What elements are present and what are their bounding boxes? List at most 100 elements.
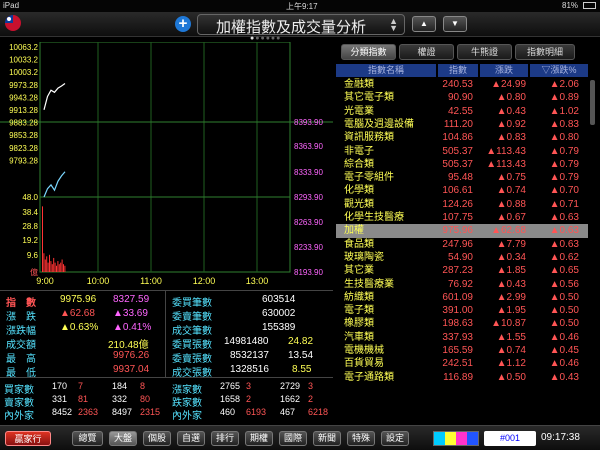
table-row[interactable]: 電子類 391.00 ▲1.95 ▲0.50 bbox=[336, 304, 588, 317]
in-out-label: 內外家 bbox=[4, 411, 34, 422]
row-name: 光電業 bbox=[344, 105, 374, 117]
volume-bar bbox=[58, 264, 60, 272]
toolbar-button-3[interactable]: 自選 bbox=[177, 431, 205, 446]
sell-order-value: 630002 bbox=[262, 308, 296, 319]
row-change-pct: ▲1.02 bbox=[549, 105, 579, 117]
buy-order-label: 委買筆數 bbox=[172, 298, 212, 309]
count-cell: 184 bbox=[112, 381, 128, 391]
time-tick: 11:00 bbox=[140, 276, 162, 286]
deal-label: 成交筆數 bbox=[172, 326, 212, 337]
stock-code-input[interactable]: #001 bbox=[484, 431, 536, 446]
row-change: ▲1.12 bbox=[496, 358, 526, 370]
table-row[interactable]: 紡織類 601.09 ▲2.99 ▲0.50 bbox=[336, 291, 588, 304]
row-index: 247.96 bbox=[442, 238, 473, 250]
row-index: 601.09 bbox=[442, 291, 473, 303]
table-scrollbar[interactable] bbox=[590, 80, 595, 125]
table-row[interactable]: 化學生技醫療 107.75 ▲0.67 ▲0.63 bbox=[336, 211, 588, 224]
volume-bar bbox=[57, 261, 59, 272]
table-row[interactable]: 綜合類 505.37 ▲113.43 ▲0.79 bbox=[336, 158, 588, 171]
status-time: 上午9:17 bbox=[286, 2, 318, 11]
left-tick: 10063.2 bbox=[9, 43, 38, 52]
table-row[interactable]: 金融類 240.53 ▲24.99 ▲2.06 bbox=[336, 78, 588, 91]
row-change: ▲0.67 bbox=[496, 212, 526, 223]
row-change: ▲0.92 bbox=[496, 118, 526, 130]
up-down-arrows-icon: ▲ ▼ bbox=[389, 16, 398, 33]
toolbar-button-9[interactable]: 設定 bbox=[381, 431, 409, 446]
table-row[interactable]: 電子零組件 95.48 ▲0.75 ▲0.79 bbox=[336, 171, 588, 184]
tab-category-index[interactable]: 分類指數 bbox=[341, 44, 396, 60]
title-selector[interactable]: 加權指數及成交量分析 ▲ ▼ bbox=[197, 14, 405, 36]
table-row[interactable]: 其它電子類 90.90 ▲0.80 ▲0.89 bbox=[336, 91, 588, 104]
tab-warrant[interactable]: 權證 bbox=[399, 44, 454, 60]
left-tick: 9973.28 bbox=[9, 81, 38, 90]
toolbar-button-8[interactable]: 特殊 bbox=[347, 431, 375, 446]
row-change: ▲0.34 bbox=[496, 251, 526, 263]
row-change: ▲0.88 bbox=[496, 198, 526, 210]
count-cell: 2 bbox=[308, 394, 314, 404]
left-tick: 9943.28 bbox=[9, 93, 38, 102]
toolbar-button-0[interactable]: 總覽 bbox=[72, 431, 103, 446]
col-change-pct[interactable]: ▽漲跌% bbox=[530, 64, 588, 77]
toolbar-button-2[interactable]: 個股 bbox=[143, 431, 171, 446]
table-row[interactable]: 橡膠類 198.63 ▲10.87 ▲0.50 bbox=[336, 317, 588, 330]
deal-qty-value: 1328516 bbox=[230, 364, 269, 375]
index-value: 9975.96 bbox=[60, 294, 97, 305]
table-row[interactable]: 玻璃陶瓷 54.90 ▲0.34 ▲0.62 bbox=[336, 251, 588, 264]
count-cell: 81 bbox=[78, 394, 89, 404]
row-name: 生技醫療業 bbox=[344, 278, 394, 290]
row-index: 198.63 bbox=[442, 318, 473, 330]
count-cell: 3 bbox=[308, 381, 314, 391]
toolbar-button-4[interactable]: 排行 bbox=[211, 431, 239, 446]
next-button[interactable]: ▼ bbox=[443, 16, 467, 32]
table-row[interactable]: 加權 975.96 ▲62.68 ▲0.63 bbox=[336, 224, 588, 238]
table-row[interactable]: 電機機械 165.59 ▲0.74 ▲0.45 bbox=[336, 344, 588, 357]
col-index[interactable]: 指數 bbox=[438, 64, 478, 77]
right-tick: 8233.90 bbox=[294, 243, 323, 252]
toolbar-button-1[interactable]: 大盤 bbox=[109, 431, 137, 446]
table-row[interactable]: 食品類 247.96 ▲7.79 ▲0.63 bbox=[336, 238, 588, 251]
row-change: ▲113.43 bbox=[486, 145, 526, 157]
left-tick: 10033.2 bbox=[9, 56, 38, 65]
table-row[interactable]: 其它業 287.23 ▲1.85 ▲0.65 bbox=[336, 264, 588, 277]
brand-button[interactable]: 贏家行 bbox=[5, 431, 51, 446]
table-row[interactable]: 非電子 505.37 ▲113.43 ▲0.79 bbox=[336, 145, 588, 158]
row-name: 百貨貿易 bbox=[344, 358, 384, 370]
table-header: 指數名稱 指數 漲跌 ▽漲跌% bbox=[336, 64, 600, 77]
table-row[interactable]: 觀光類 124.26 ▲0.88 ▲0.71 bbox=[336, 198, 588, 211]
sell-qty-value-2: 13.54 bbox=[288, 350, 314, 361]
add-icon[interactable]: + bbox=[175, 16, 191, 32]
row-change: ▲0.43 bbox=[496, 278, 526, 290]
left-tick: 9853.28 bbox=[9, 131, 38, 140]
change-label: 漲 跌 bbox=[6, 312, 36, 323]
toolbar-button-6[interactable]: 國際 bbox=[279, 431, 307, 446]
left-tick: 9883.28 bbox=[9, 119, 38, 128]
toolbar-button-7[interactable]: 新聞 bbox=[313, 431, 341, 446]
table-row[interactable]: 資訊服務類 104.86 ▲0.83 ▲0.80 bbox=[336, 131, 588, 144]
table-row[interactable]: 化學類 106.61 ▲0.74 ▲0.70 bbox=[336, 184, 588, 197]
prev-button[interactable]: ▲ bbox=[412, 16, 436, 32]
buy-qty-value: 14981480 bbox=[224, 336, 269, 347]
buy-order-value: 603514 bbox=[262, 294, 296, 305]
tab-index-detail[interactable]: 指數明細 bbox=[515, 44, 575, 60]
low-label: 最 低 bbox=[6, 368, 36, 379]
toolbar-button-5[interactable]: 期權 bbox=[245, 431, 273, 446]
table-row[interactable]: 生技醫療業 76.92 ▲0.43 ▲0.56 bbox=[336, 278, 588, 291]
table-row[interactable]: 汽車類 337.93 ▲1.55 ▲0.46 bbox=[336, 331, 588, 344]
table-row[interactable]: 電子通路類 116.89 ▲0.50 ▲0.43 bbox=[336, 371, 588, 384]
taiwan-flag-icon[interactable] bbox=[5, 15, 21, 31]
deal-qty-label: 成交張數 bbox=[172, 368, 212, 379]
row-change-pct: ▲0.50 bbox=[549, 318, 579, 330]
count-cell: 1662 bbox=[280, 394, 301, 404]
table-row[interactable]: 光電業 42.55 ▲0.43 ▲1.02 bbox=[336, 105, 588, 118]
table-row[interactable]: 電腦及週邊設備 111.20 ▲0.92 ▲0.83 bbox=[336, 118, 588, 131]
row-change-pct: ▲0.80 bbox=[549, 132, 579, 144]
table-row[interactable]: 百貨貿易 242.51 ▲1.12 ▲0.46 bbox=[336, 357, 588, 370]
pct-value: ▲0.63% bbox=[60, 322, 99, 333]
col-name[interactable]: 指數名稱 bbox=[336, 64, 436, 77]
tab-bull-bear[interactable]: 牛熊證 bbox=[457, 44, 512, 60]
page-title: 加權指數及成交量分析 bbox=[216, 19, 367, 36]
row-change-pct: ▲0.50 bbox=[549, 291, 579, 303]
volume-tick: 19.2 bbox=[22, 236, 38, 245]
col-change[interactable]: 漲跌 bbox=[480, 64, 528, 77]
sell-order-label: 委賣筆數 bbox=[172, 312, 212, 323]
